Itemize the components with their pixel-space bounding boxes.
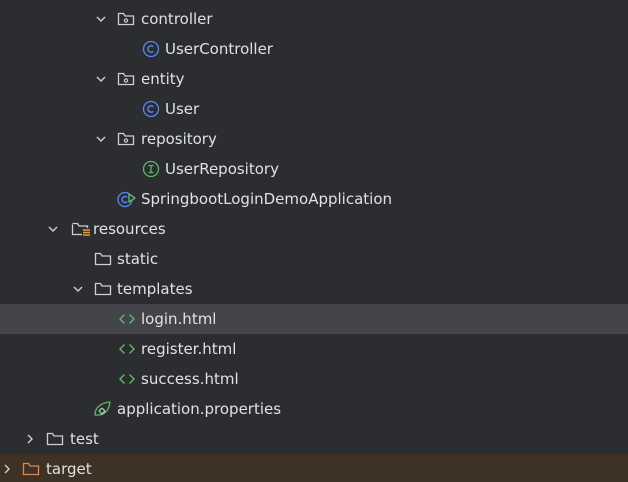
html-file-icon [118,310,136,328]
resources-folder-icon [71,220,90,238]
tree-item-templates[interactable]: templates [0,274,628,304]
tree-item-springboot-application[interactable]: SpringbootLoginDemoApplication [0,184,628,214]
tree-item-label: success.html [141,370,239,388]
chevron-down-icon[interactable] [93,124,109,154]
tree-item-entity[interactable]: entity [0,64,628,94]
folder-icon [94,250,112,268]
tree-item-label: static [117,250,159,268]
chevron-down-icon[interactable] [93,64,109,94]
tree-item-label: SpringbootLoginDemoApplication [141,190,393,208]
html-file-icon [118,370,136,388]
class-icon [142,40,160,58]
tree-item-label: login.html [141,310,217,328]
tree-item-application-properties[interactable]: application.properties [0,394,628,424]
package-folder-icon [117,10,135,28]
tree-item-label: templates [117,280,193,298]
chevron-right-icon[interactable] [0,454,15,482]
spring-properties-icon [93,400,111,418]
package-folder-icon [117,70,135,88]
package-folder-icon [117,130,135,148]
tree-item-label: UserController [165,40,273,58]
spring-boot-application-icon [117,190,136,208]
tree-item-label: test [70,430,99,448]
project-tree: controller UserController entity User re… [0,0,628,482]
chevron-down-icon[interactable] [70,274,86,304]
tree-item-label: repository [141,130,217,148]
folder-icon [94,280,112,298]
tree-item-controller[interactable]: controller [0,4,628,34]
tree-item-target[interactable]: target [0,454,628,482]
tree-item-login-html[interactable]: login.html [0,304,628,334]
tree-item-repository[interactable]: repository [0,124,628,154]
tree-item-success-html[interactable]: success.html [0,364,628,394]
chevron-right-icon[interactable] [22,424,38,454]
tree-item-label: controller [141,10,213,28]
tree-item-user-controller[interactable]: UserController [0,34,628,64]
interface-icon [142,160,160,178]
tree-item-label: User [165,100,200,118]
tree-item-label: UserRepository [165,160,279,178]
chevron-down-icon[interactable] [93,4,109,34]
tree-item-test[interactable]: test [0,424,628,454]
tree-item-static[interactable]: static [0,244,628,274]
tree-item-user[interactable]: User [0,94,628,124]
tree-item-label: resources [93,220,166,238]
folder-icon [46,430,64,448]
chevron-down-icon[interactable] [45,214,61,244]
tree-item-label: entity [141,70,185,88]
class-icon [142,100,160,118]
tree-item-register-html[interactable]: register.html [0,334,628,364]
tree-item-user-repository[interactable]: UserRepository [0,154,628,184]
tree-item-label: target [46,460,92,478]
tree-item-resources[interactable]: resources [0,214,628,244]
tree-item-label: application.properties [117,400,282,418]
html-file-icon [118,340,136,358]
tree-item-label: register.html [141,340,237,358]
excluded-folder-icon [22,460,40,478]
